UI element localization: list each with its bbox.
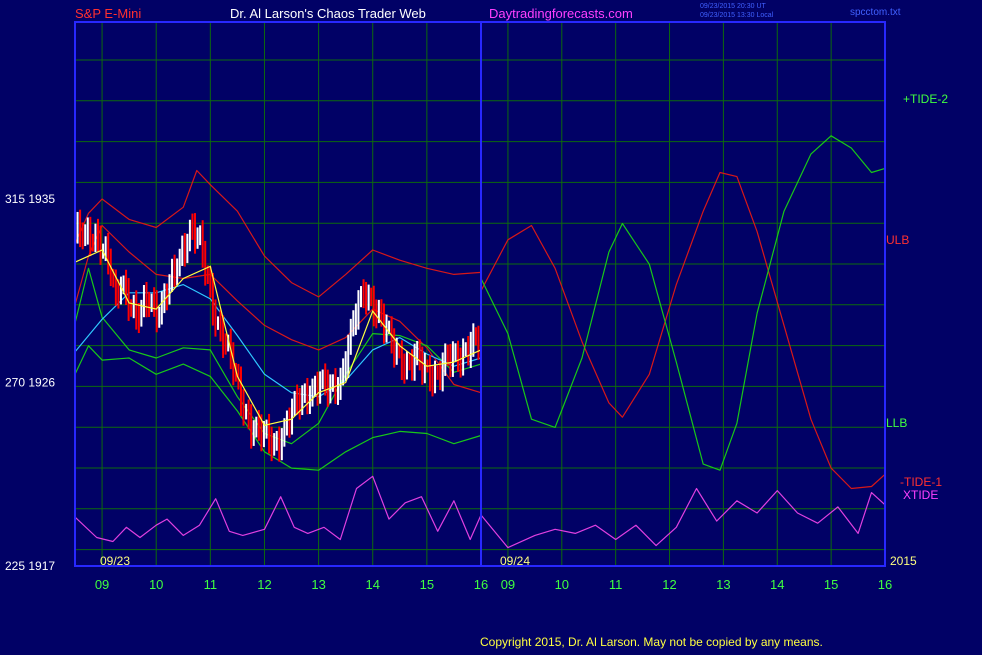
minus-tide-forecast-line (480, 171, 886, 490)
x-tick-label: 12 (662, 577, 676, 592)
x-tick-label: 15 (824, 577, 838, 592)
date-label-day1: 09/23 (100, 554, 130, 568)
x-tick-label: 10 (555, 577, 569, 592)
x-tick-label: 13 (716, 577, 730, 592)
date-label-day2: 09/24 (500, 554, 530, 568)
copyright: Copyright 2015, Dr. Al Larson. May not b… (480, 635, 823, 649)
timestamp-local: 09/23/2015 13:30 Local (700, 12, 774, 19)
yellow-average-line (74, 249, 482, 426)
x-tick-label: 11 (204, 577, 218, 592)
x-tick-label: 16 (878, 577, 892, 592)
x-tick-label: 11 (609, 577, 623, 592)
plus-tide-forecast-line (480, 135, 886, 471)
chart-axes: 315 1935 270 1926 225 1917 09 10 11 12 13 14 15 16… (5, 192, 892, 592)
data-filename: spcctom.txt (850, 7, 901, 18)
x-tick-label: 13 (311, 577, 325, 592)
y-tick-label: 315 1935 (5, 192, 55, 206)
label-plus-tide: +TIDE-2 (903, 92, 948, 106)
label-ulb: ULB (886, 233, 909, 247)
label-llb: LLB (886, 416, 907, 430)
x-tick-label: 16 (474, 577, 488, 592)
year-label: 2015 (890, 554, 917, 568)
instrument-title: S&P E-Mini (75, 6, 141, 21)
price-chart: S&P E-Mini Dr. Al Larson's Chaos Trader … (5, 3, 948, 649)
x-tick-label: 09 (95, 577, 109, 592)
x-tick-label: 09 (501, 577, 515, 592)
y-tick-label: 225 1917 (5, 559, 55, 573)
x-tick-label: 10 (149, 577, 163, 592)
chart-frame (74, 21, 886, 567)
site-title: Dr. Al Larson's Chaos Trader Web (230, 6, 426, 21)
site-link[interactable]: Daytradingforecasts.com (489, 6, 633, 21)
timestamp-ut: 09/23/2015 20:30 UT (700, 3, 766, 10)
y-tick-label: 270 1926 (5, 376, 55, 390)
chart-window: S&P E-Mini Dr. Al Larson's Chaos Trader … (0, 0, 982, 650)
x-tick-label: 12 (257, 577, 271, 592)
label-minus-tide: -TIDE-1 (900, 475, 942, 489)
label-xtide: XTIDE (903, 488, 938, 502)
ulb-line (74, 169, 482, 298)
x-tick-label: 14 (365, 577, 379, 592)
x-tick-label: 14 (770, 577, 784, 592)
price-bars (74, 209, 482, 462)
x-tick-label: 15 (420, 577, 434, 592)
